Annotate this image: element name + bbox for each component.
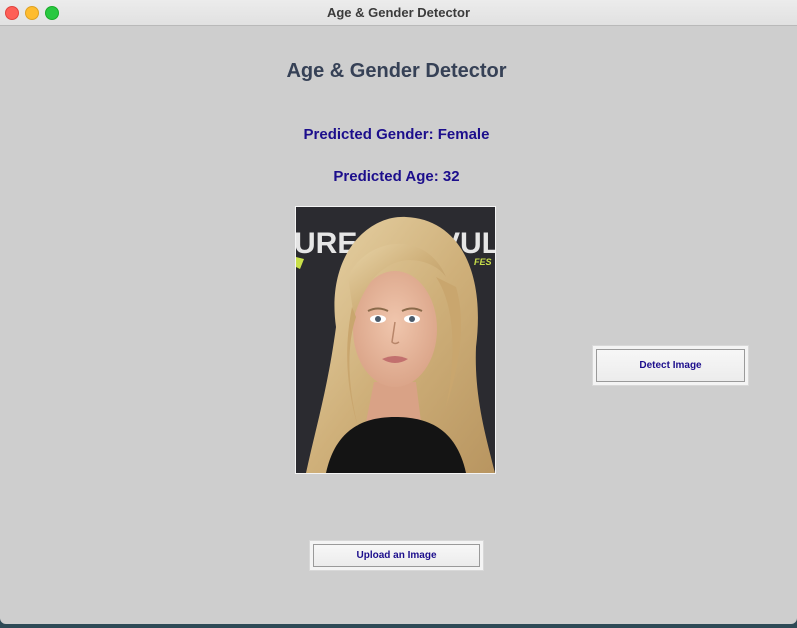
upload-image-button-frame: Upload an Image (309, 540, 484, 571)
upload-image-button[interactable]: Upload an Image (313, 544, 480, 567)
uploaded-photo: URE VULT FES (295, 206, 496, 474)
backdrop-text-small: FES (474, 257, 492, 267)
app-window: Age & Gender Detector Age & Gender Detec… (0, 0, 797, 624)
page-heading: Age & Gender Detector (286, 60, 507, 82)
detect-image-button-frame: Detect Image (592, 345, 749, 386)
window-title: Age & Gender Detector (326, 5, 471, 20)
title-bar: Age & Gender Detector (0, 0, 797, 26)
predicted-gender-label: Predicted Gender: Female (303, 126, 490, 143)
face-photo-image: URE VULT FES (296, 207, 495, 473)
predicted-age-label: Predicted Age: 32 (333, 168, 460, 185)
detect-image-button[interactable]: Detect Image (596, 349, 745, 382)
